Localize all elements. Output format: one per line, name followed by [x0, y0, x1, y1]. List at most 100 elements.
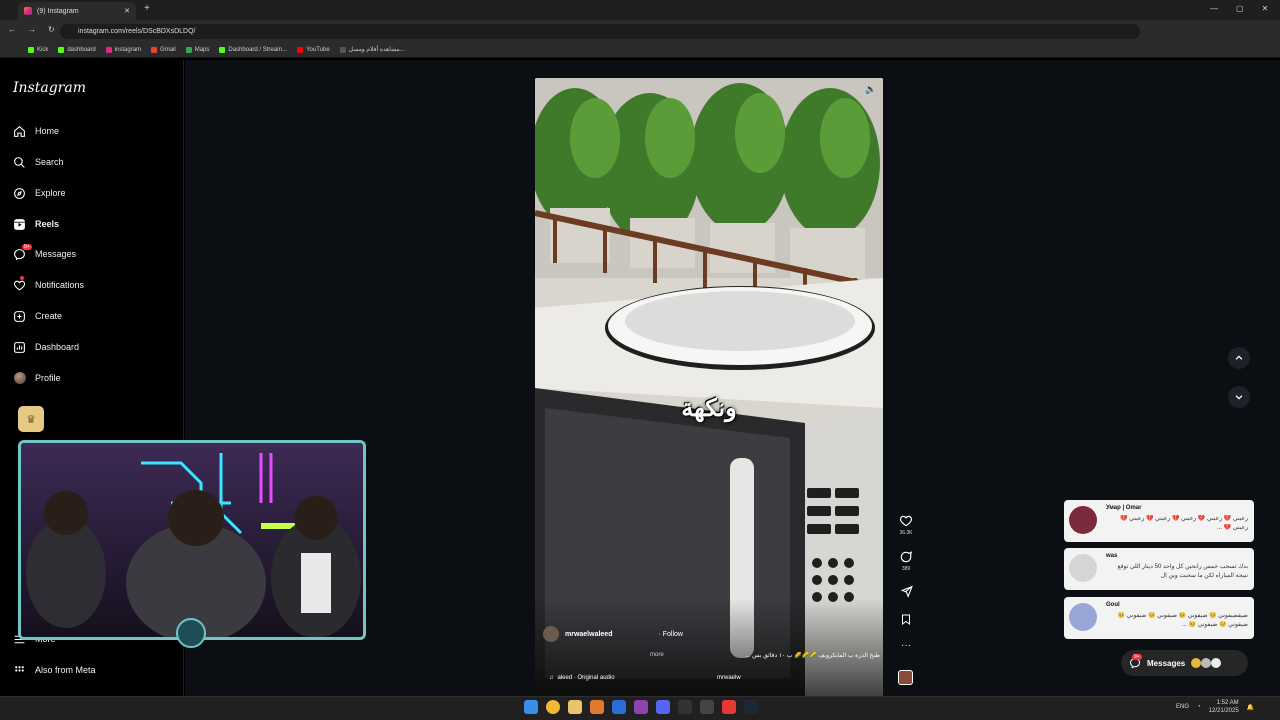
author-avatar[interactable] [543, 626, 559, 642]
reel-description-text: طبخ الذرة ب المايكرويف 🌽🌽🌽 ب ١٠ دقائق بس… [745, 653, 880, 659]
tray-lang[interactable]: ENG [1176, 704, 1189, 710]
chrome-icon[interactable] [546, 700, 560, 714]
chevron-up-icon [1235, 355, 1243, 360]
sidebar-item-search[interactable]: Search [13, 152, 64, 172]
bookmark-kick[interactable]: Kick [28, 46, 48, 53]
clock[interactable]: 1:52 AM 12/21/2025 [1209, 699, 1239, 715]
search-icon [13, 156, 26, 169]
url-input[interactable]: instagram.com/reels/DScBDXsDLDQ/ [60, 24, 1140, 39]
follow-button[interactable]: · Follow [658, 631, 683, 638]
app-icon[interactable] [678, 700, 692, 714]
like-button[interactable]: 36.3K [896, 514, 916, 536]
bookmark-movies[interactable]: مشاهدة أفلام ومسل... [339, 46, 405, 53]
audio-user[interactable]: mrwaelw [717, 675, 741, 681]
chat-avatar [1069, 603, 1097, 631]
bookmark-maps[interactable]: Maps [185, 46, 209, 53]
tab-title: (9) Instagram [37, 7, 79, 15]
webcam-feed-image [21, 443, 363, 637]
new-tab-icon[interactable]: + [144, 3, 150, 14]
sidebar-item-label: Reels [35, 219, 60, 229]
bookmark-youtube[interactable]: YouTube [297, 46, 330, 53]
share-button[interactable] [896, 585, 916, 600]
bookmark-stream-dashboard[interactable]: Dashboard / Stream... [219, 46, 287, 53]
chat-avatar [1069, 554, 1097, 582]
sidebar-item-label: Home [35, 126, 60, 136]
reel-author-row: mrwaelwaleed · Follow [543, 626, 683, 642]
sidebar-item-explore[interactable]: Explore [13, 183, 66, 203]
app-icon[interactable] [612, 700, 626, 714]
file-explorer-icon[interactable] [568, 700, 582, 714]
heart-icon [13, 279, 26, 292]
compass-icon [13, 187, 26, 200]
app-icon[interactable] [722, 700, 736, 714]
previous-reel-button[interactable] [1228, 347, 1250, 369]
steam-icon[interactable] [744, 700, 758, 714]
sidebar-item-label: Also from Meta [35, 665, 96, 675]
chat-text: رعبني 💔 رعبني 💔 رعبني 💔 رعبني 💔 رعبني 💔 … [1120, 516, 1248, 531]
instagram-favicon-icon [24, 7, 32, 15]
app-icon[interactable] [700, 700, 714, 714]
heart-icon [899, 515, 913, 527]
next-reel-button[interactable] [1228, 386, 1250, 408]
comment-button[interactable]: 389 [896, 550, 916, 572]
chat-avatar [1069, 506, 1097, 534]
reel-video[interactable]: 🔈 ونكهة mrwaelwaleed · Follow طبخ الذرة … [535, 78, 883, 696]
browser-tab[interactable]: (9) Instagram ✕ [18, 2, 136, 20]
close-window-icon[interactable]: ✕ [1262, 4, 1269, 13]
back-icon[interactable]: ← [8, 25, 16, 34]
start-icon[interactable] [524, 700, 538, 714]
mute-icon[interactable]: 🔈 [865, 84, 876, 95]
sidebar-item-label: Search [35, 157, 64, 167]
reel-video-frame [535, 78, 883, 696]
forward-icon[interactable]: → [28, 25, 36, 34]
sidebar-item-notifications[interactable]: Notifications [13, 275, 84, 295]
chat-username: Умар | Omar [1106, 505, 1142, 511]
more-options-icon[interactable]: ··· [896, 640, 916, 651]
close-tab-icon[interactable]: ✕ [124, 7, 130, 15]
instagram-logo[interactable]: Instagram [13, 80, 86, 96]
sidebar-item-profile[interactable]: Profile [13, 368, 61, 388]
discord-icon[interactable] [656, 700, 670, 714]
more-link[interactable]: more [650, 652, 664, 658]
notification-bell-icon[interactable]: 🔔 [1247, 704, 1254, 711]
bookmark-icon [902, 614, 910, 625]
sidebar-item-reels[interactable]: Reels [13, 214, 59, 234]
follow-label: Follow [662, 630, 683, 638]
reel-description: طبخ الذرة ب المايكرويف 🌽🌽🌽 ب ١٠ دقائق بس… [650, 652, 880, 659]
save-button[interactable] [896, 613, 916, 628]
reload-icon[interactable]: ↻ [48, 25, 55, 34]
reel-caption-overlay: ونكهة [681, 395, 737, 422]
chat-username: was [1106, 553, 1118, 559]
wifi-icon[interactable]: ◔ [1197, 704, 1201, 710]
audio-label: aleed · Original audio [557, 675, 615, 681]
sidebar-item-create[interactable]: Create [13, 306, 62, 326]
chat-text: بدك تسحب خمس رابحين كل واحد 50 دينار الل… [1117, 564, 1248, 579]
maximize-icon[interactable]: ▢ [1236, 4, 1244, 13]
webcam-frame-globe-icon [176, 618, 206, 648]
chat-username: Goul [1106, 602, 1120, 608]
bookmark-instagram[interactable]: instagram [105, 46, 141, 53]
minimize-icon[interactable]: — [1210, 4, 1218, 13]
browser-tab-strip [0, 0, 1280, 20]
messages-pill-avatars [1191, 658, 1222, 668]
messages-badge: 9+ [22, 244, 32, 250]
audio-row[interactable]: ♫ aleed · Original audio [549, 675, 615, 681]
comment-icon [900, 551, 913, 563]
reels-icon [13, 218, 26, 231]
meta-grid-icon [13, 664, 26, 677]
plus-icon [13, 310, 26, 323]
author-username[interactable]: mrwaelwaleed [565, 631, 612, 638]
sidebar-item-also-from-meta[interactable]: Also from Meta [13, 660, 96, 680]
home-icon [13, 125, 26, 138]
chevron-down-icon [1235, 395, 1243, 400]
chat-message: Goul ضيفضيفوني 🥺 ضيفوني 🥺 ضيفوني 🥺 ضيفون… [1064, 597, 1254, 639]
music-note-icon: ♫ [549, 675, 554, 681]
bookmark-dashboard[interactable]: dashboard [58, 46, 96, 53]
audio-thumbnail[interactable] [898, 670, 913, 685]
app-icon[interactable] [590, 700, 604, 714]
bookmark-gmail[interactable]: Gmail [151, 46, 176, 53]
app-icon[interactable] [634, 700, 648, 714]
sidebar-item-dashboard[interactable]: Dashboard [13, 337, 79, 357]
chat-message: was بدك تسحب خمس رابحين كل واحد 50 دينار… [1064, 548, 1254, 590]
sidebar-item-home[interactable]: Home [13, 121, 59, 141]
